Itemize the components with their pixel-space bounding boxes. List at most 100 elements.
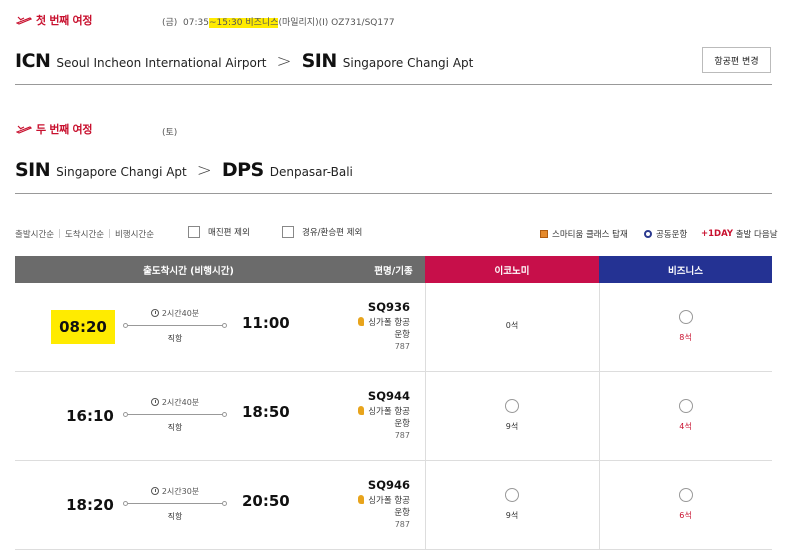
economy-cell[interactable]: 0석: [425, 320, 599, 331]
trip2-origin-code: SIN: [15, 159, 51, 181]
duration-text: 2시간30분: [161, 487, 200, 496]
header-flight: 편명/기종: [362, 256, 425, 283]
clock-icon: [150, 487, 159, 495]
flight-number[interactable]: SQ936: [335, 300, 410, 314]
table-row: 08:20 2시간40분 직항 11:00 SQ936 싱가폴 항공 운항 78…: [15, 283, 772, 372]
operated-label: 운항: [394, 508, 410, 518]
flight-number[interactable]: SQ944: [335, 389, 410, 403]
arrival-time: 11:00: [242, 314, 290, 332]
plane-icon: [16, 16, 32, 25]
filter-transit-label: 경유/환승편 제외: [302, 228, 363, 238]
divider: [15, 193, 772, 194]
economy-seats: 0석: [505, 321, 519, 330]
filter-sold-out[interactable]: 매진편 제외: [188, 226, 250, 238]
duration-line: [123, 323, 227, 328]
flight-info: SQ936 싱가폴 항공 운항 787: [335, 300, 410, 351]
flight-info: SQ944 싱가폴 항공 운항 787: [335, 389, 410, 440]
trip2-dest-code: DPS: [221, 159, 264, 181]
operated-label: 운항: [394, 419, 410, 429]
trip1-flight-detail: (마일리지)(I) OZ731/SQ177: [278, 18, 395, 28]
trip2-title: 두 번째 여정: [36, 123, 93, 136]
business-radio[interactable]: [678, 399, 693, 413]
business-radio[interactable]: [678, 488, 693, 502]
departure-time: 08:20: [51, 310, 115, 344]
economy-cell[interactable]: 9석: [425, 488, 599, 521]
sort-duration[interactable]: 비행시간순: [115, 228, 154, 240]
duration-text: 2시간40분: [161, 309, 200, 318]
business-seats: 6석: [679, 511, 692, 520]
legend-codeshare: 공동운항: [644, 228, 687, 240]
plane-icon: [16, 125, 32, 134]
flight-number[interactable]: SQ946: [335, 478, 410, 492]
singapore-airlines-icon: [358, 406, 365, 415]
business-cell[interactable]: 4석: [599, 399, 772, 432]
divider: [15, 84, 772, 85]
filter-transit[interactable]: 경유/환승편 제외: [282, 226, 362, 238]
change-flight-button[interactable]: 항공편 변경: [702, 47, 771, 73]
trip2-day: (토): [162, 128, 178, 138]
airline: 싱가폴 항공: [335, 494, 410, 506]
flight-info: SQ946 싱가폴 항공 운항 787: [335, 478, 410, 529]
economy-cell[interactable]: 9석: [425, 399, 599, 432]
airline-name: 싱가폴 항공: [368, 496, 410, 506]
sort-bar: 출발시간순 | 도착시간순 | 비행시간순: [15, 228, 155, 240]
trip1-header: 첫 번째 여정: [16, 12, 92, 28]
aircraft-type: 787: [394, 342, 410, 351]
airline-name: 싱가폴 항공: [368, 318, 410, 328]
trip2-header: 두 번째 여정: [16, 121, 92, 137]
trip2-origin-name: Singapore Changi Apt: [56, 165, 187, 179]
business-radio[interactable]: [678, 310, 693, 324]
header-business: 비즈니스: [599, 256, 772, 283]
codeshare-icon: [644, 230, 652, 238]
trip1-title: 첫 번째 여정: [36, 14, 93, 27]
trip1-info: (금) 07:35~15:30 비즈니스(마일리지)(I) OZ731/SQ17…: [162, 15, 395, 28]
header-economy: 이코노미: [425, 256, 599, 283]
arrival-time: 18:50: [242, 403, 290, 421]
table-row: 16:10 2시간40분 직항 18:50 SQ944 싱가폴 항공 운항 78…: [15, 372, 772, 461]
direct-label: 직항: [167, 512, 183, 521]
aircraft-type: 787: [394, 520, 410, 529]
duration-line: [123, 501, 227, 506]
aircraft-type: 787: [394, 431, 410, 440]
duration-text: 2시간40분: [161, 398, 200, 407]
business-cell[interactable]: 8석: [599, 310, 772, 343]
clock-icon: [150, 398, 159, 406]
flight-duration: 2시간40분: [125, 397, 225, 408]
arrival-time: 20:50: [242, 492, 290, 510]
economy-seats: 9석: [505, 511, 519, 520]
departure-time: 18:20: [66, 496, 114, 514]
airline: 싱가폴 항공: [335, 316, 410, 328]
business-seats: 8석: [679, 333, 692, 342]
sort-departure[interactable]: 출발시간순: [15, 228, 54, 240]
flight-duration: 2시간30분: [125, 486, 225, 497]
plus-day-desc: 출발 다음날: [735, 230, 778, 240]
trip1-origin-code: ICN: [15, 50, 51, 72]
filter-sold-out-label: 매진편 제외: [208, 228, 250, 238]
trip1-highlight-text: ~15:30 비즈니스: [208, 18, 279, 28]
transit-checkbox[interactable]: [282, 226, 294, 238]
table-header: 출도착시간 (비행시간) 편명/기종 이코노미 비즈니스: [15, 256, 772, 283]
flight-duration: 2시간40분: [125, 308, 225, 319]
legend-codeshare-label: 공동운항: [656, 230, 688, 240]
business-cell[interactable]: 6석: [599, 488, 772, 521]
chevron-right-icon: >: [276, 51, 292, 72]
trip2-dest-name: Denpasar-Bali: [269, 165, 353, 179]
singapore-airlines-icon: [358, 495, 365, 504]
operated-label: 운항: [394, 330, 410, 340]
smartium-icon: [540, 230, 548, 238]
direct-label: 직항: [167, 334, 183, 343]
trip1-day: (금): [162, 18, 178, 28]
trip1-dest-name: Singapore Changi Apt: [342, 56, 474, 70]
trip1-dep-time: 07:35: [183, 18, 209, 28]
singapore-airlines-icon: [358, 317, 365, 326]
sold-out-checkbox[interactable]: [188, 226, 200, 238]
duration-line: [123, 412, 227, 417]
economy-radio[interactable]: [505, 488, 519, 502]
header-time: 출도착시간 (비행시간): [15, 256, 362, 283]
economy-radio[interactable]: [505, 399, 519, 413]
departure-time: 16:10: [66, 407, 114, 425]
plus-day-badge: +1DAY: [701, 229, 734, 239]
airline-name: 싱가폴 항공: [368, 407, 410, 417]
sort-arrival[interactable]: 도착시간순: [65, 228, 104, 240]
direct-label: 직항: [167, 423, 183, 432]
